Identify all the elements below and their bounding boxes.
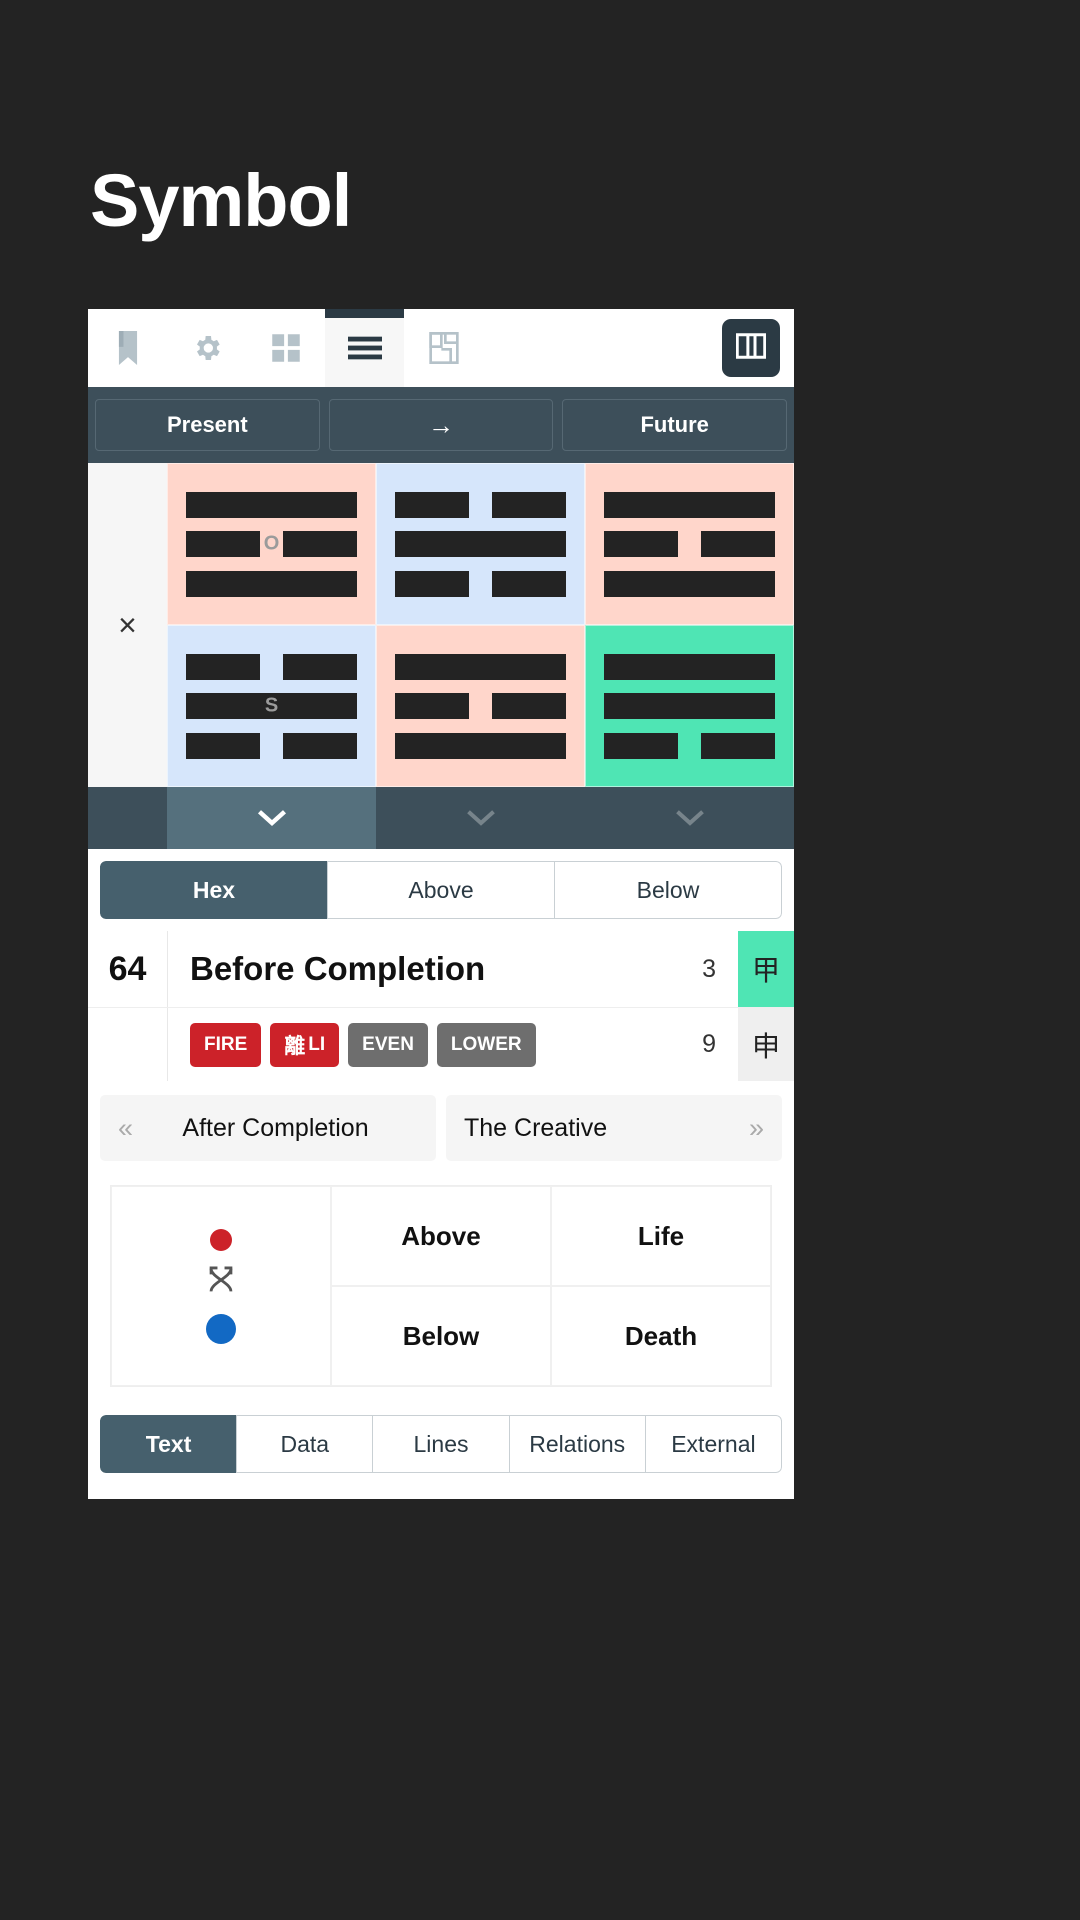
chevron-down-icon[interactable] xyxy=(585,787,794,849)
trigram-cell[interactable]: O xyxy=(167,463,376,625)
bottom-tabs: Text Data Lines Relations External xyxy=(100,1415,782,1473)
polarity-above-label[interactable]: Above xyxy=(331,1186,551,1286)
timebar: Present → Future xyxy=(88,387,794,463)
columns-view-button[interactable] xyxy=(722,319,780,377)
attribute-badge[interactable]: 離 LI xyxy=(270,1022,340,1067)
yang-line xyxy=(604,693,775,719)
swap-arrows-icon[interactable] xyxy=(204,1263,238,1302)
hexagram-name: Before Completion xyxy=(167,931,702,1007)
trigram-cell[interactable]: S xyxy=(167,625,376,787)
toolbar-item-menu[interactable] xyxy=(325,309,404,387)
chevron-bar-spacer xyxy=(88,787,167,849)
yang-line xyxy=(186,570,357,597)
yin-line xyxy=(395,491,566,518)
chevron-down-icon[interactable] xyxy=(167,787,376,849)
yin-line xyxy=(604,531,775,557)
grid-icon xyxy=(271,333,301,363)
polarity-death-label[interactable]: Death xyxy=(551,1286,771,1386)
app-frame: Present → Future × O S Hex Above Below 6… xyxy=(88,309,794,1499)
toolbar-item-settings[interactable] xyxy=(167,309,246,387)
polarity-grid: Above Life Below Death xyxy=(110,1185,772,1387)
toolbar-item-bookmark[interactable] xyxy=(88,309,167,387)
yang-line xyxy=(186,491,357,518)
toolbar xyxy=(88,309,794,387)
hexagram-info: 64 Before Completion 3 甲 FIRE 離 LI EVEN LOWE… xyxy=(88,919,794,1081)
hexagram-badges: FIRE 離 LI EVEN LOWER xyxy=(167,1008,702,1081)
hex-tabs: Hex Above Below xyxy=(100,861,782,919)
bookmark-icon xyxy=(114,331,142,365)
yang-line xyxy=(395,732,566,759)
chevron-double-left-icon: « xyxy=(118,1112,134,1143)
trigram-cell[interactable] xyxy=(585,463,794,625)
yang-line xyxy=(604,653,775,680)
hexagram-primary-row[interactable]: 64 Before Completion 3 甲 xyxy=(88,931,794,1007)
hexagram-secondary-count: 9 xyxy=(702,1030,716,1058)
previous-hexagram-button[interactable]: « After Completion xyxy=(100,1095,436,1161)
attribute-badge[interactable]: FIRE xyxy=(190,1022,262,1067)
layout-plan-icon xyxy=(428,332,459,364)
yang-line xyxy=(395,653,566,680)
attribute-badge[interactable]: EVEN xyxy=(348,1022,428,1067)
page-title: Symbol xyxy=(90,159,352,242)
hexagram-primary-glyph[interactable]: 甲 xyxy=(738,931,794,1007)
hexagram-secondary-glyph[interactable]: 申 xyxy=(738,1008,794,1081)
prev-next-bar: « After Completion The Creative » xyxy=(88,1081,794,1175)
yin-line xyxy=(186,653,357,680)
badge-label: EVEN xyxy=(362,1033,414,1055)
tab-lines[interactable]: Lines xyxy=(372,1415,510,1473)
polarity-below-label[interactable]: Below xyxy=(331,1286,551,1386)
hexagram-attributes-row: FIRE 離 LI EVEN LOWER 9 申 xyxy=(88,1007,794,1081)
trigram-cell[interactable] xyxy=(585,625,794,787)
toolbar-item-layout[interactable] xyxy=(404,309,483,387)
columns-icon xyxy=(735,332,767,364)
advance-arrow-button[interactable]: → xyxy=(328,399,554,451)
next-hexagram-button[interactable]: The Creative » xyxy=(446,1095,782,1161)
badge-label: LOWER xyxy=(450,1033,522,1055)
yin-line xyxy=(395,693,566,719)
badge-cjk-glyph: 離 xyxy=(284,1034,306,1058)
chevron-double-right-icon: » xyxy=(748,1112,764,1143)
hexagram-number: 64 xyxy=(108,949,147,988)
tab-hex[interactable]: Hex xyxy=(100,861,328,919)
gear-icon xyxy=(191,332,223,364)
tab-relations[interactable]: Relations xyxy=(508,1415,646,1473)
trigram-badge: O xyxy=(263,532,280,555)
badge-label: FIRE xyxy=(204,1033,248,1055)
polarity-swap-cell[interactable] xyxy=(111,1186,331,1386)
yang-line xyxy=(604,491,775,518)
trigram-cell[interactable] xyxy=(376,463,585,625)
tab-text[interactable]: Text xyxy=(100,1415,238,1473)
tab-above[interactable]: Above xyxy=(327,861,555,919)
tab-external[interactable]: External xyxy=(644,1415,782,1473)
hexagram-primary-count: 3 xyxy=(702,954,716,983)
polarity-top-dot xyxy=(210,1228,232,1251)
chevron-down-icon[interactable] xyxy=(376,787,585,849)
yin-line xyxy=(604,732,775,759)
present-button[interactable]: Present xyxy=(95,399,320,451)
polarity-life-label[interactable]: Life xyxy=(551,1186,771,1286)
trigram-cell[interactable] xyxy=(376,625,585,787)
yin-line xyxy=(186,732,357,759)
trigram-grid: × O S xyxy=(88,463,794,787)
hamburger-menu-icon xyxy=(347,335,382,361)
hexagram-attributes-spacer xyxy=(88,1008,167,1081)
future-button[interactable]: Future xyxy=(562,399,788,451)
close-icon[interactable]: × xyxy=(88,463,167,787)
polarity-section: Above Life Below Death xyxy=(88,1175,794,1403)
trigram-badge: S xyxy=(264,694,279,717)
tab-below[interactable]: Below xyxy=(554,861,782,919)
yang-line xyxy=(395,531,566,557)
yin-line xyxy=(395,570,566,597)
hex-tab-bar: Hex Above Below xyxy=(88,849,794,919)
bottom-tab-bar: Text Data Lines Relations External xyxy=(88,1403,794,1499)
badge-label: LI xyxy=(308,1033,326,1055)
toolbar-item-grid[interactable] xyxy=(246,309,325,387)
polarity-bottom-dot xyxy=(206,1313,236,1344)
yang-line xyxy=(604,570,775,597)
chevron-bar xyxy=(88,787,794,849)
previous-hexagram-label: After Completion xyxy=(182,1113,369,1142)
attribute-badge[interactable]: LOWER xyxy=(436,1022,536,1067)
tab-data[interactable]: Data xyxy=(236,1415,374,1473)
next-hexagram-label: The Creative xyxy=(464,1113,608,1142)
